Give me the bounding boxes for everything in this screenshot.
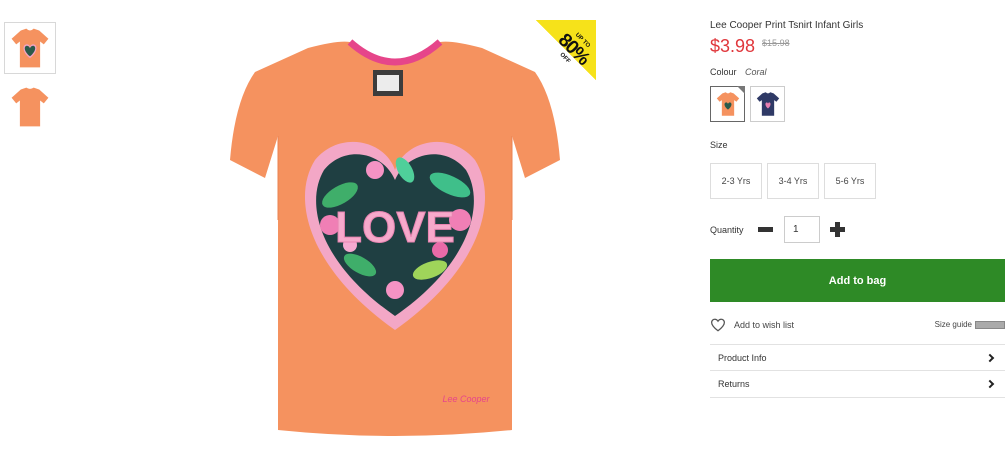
swatch-coral[interactable] xyxy=(710,86,745,122)
thumbnail-front[interactable] xyxy=(4,22,56,74)
discount-badge: UP TO 80% OFF xyxy=(536,20,596,80)
size-option-5-6[interactable]: 5-6 Yrs xyxy=(824,163,876,199)
colour-label: Colour xyxy=(710,67,737,77)
size-guide-label: Size guide xyxy=(934,320,972,329)
chevron-right-icon xyxy=(985,353,995,362)
tshirt-back-thumbnail-image xyxy=(11,87,49,127)
heart-icon xyxy=(710,318,726,332)
size-guide-link[interactable]: Size guide xyxy=(935,320,1005,329)
thumbnail-list xyxy=(4,22,56,140)
quantity-input[interactable] xyxy=(784,216,820,243)
wish-list-label: Add to wish list xyxy=(734,320,795,330)
add-to-wish-list-link[interactable]: Add to wish list xyxy=(710,318,794,332)
hem-brand-logo: Lee Cooper xyxy=(442,394,490,404)
quantity-row: Quantity xyxy=(710,216,845,243)
colour-value: Coral xyxy=(745,67,767,77)
accordion-product-info[interactable]: Product Info xyxy=(710,344,1005,371)
size-option-2-3[interactable]: 2-3 Yrs xyxy=(710,163,762,199)
swatch-navy[interactable] xyxy=(750,86,785,122)
quantity-label: Quantity xyxy=(710,224,744,235)
ruler-icon xyxy=(975,320,1005,329)
thumbnail-back[interactable] xyxy=(4,81,56,133)
size-option-3-4[interactable]: 3-4 Yrs xyxy=(767,163,819,199)
current-price: $3.98 xyxy=(710,36,756,56)
minus-icon[interactable] xyxy=(758,227,773,232)
love-graphic-text: LOVE xyxy=(335,203,455,252)
tshirt-front-thumbnail-image xyxy=(11,28,49,68)
plus-icon[interactable] xyxy=(830,222,845,237)
add-to-bag-button[interactable]: Add to bag xyxy=(710,259,1005,302)
main-product-image: LOVE Lee Cooper xyxy=(190,20,600,440)
navy-tshirt-swatch-image xyxy=(756,92,779,116)
original-price: $15.98 xyxy=(762,38,790,48)
chevron-right-icon xyxy=(985,379,995,389)
colour-swatches xyxy=(710,86,785,122)
product-title: Lee Cooper Print Tsnirt Infant Girls xyxy=(710,20,864,31)
accordion-returns-label: Returns xyxy=(718,379,750,389)
price-row: $3.98 $15.98 xyxy=(710,36,790,57)
size-options: 2-3 Yrs 3-4 Yrs 5-6 Yrs xyxy=(710,163,876,199)
size-label: Size xyxy=(710,140,728,150)
tshirt-image: LOVE Lee Cooper xyxy=(230,39,560,436)
accordion-returns[interactable]: Returns xyxy=(710,371,1005,398)
accordion-product-info-label: Product Info xyxy=(718,352,767,363)
colour-row: Colour Coral xyxy=(710,67,767,77)
coral-tshirt-swatch-image xyxy=(716,92,739,116)
